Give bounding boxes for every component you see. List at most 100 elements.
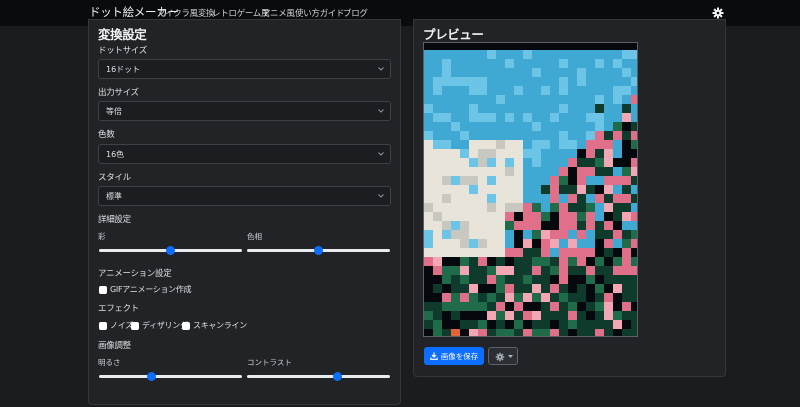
- nav-link-anime[interactable]: アニメ風: [262, 7, 295, 19]
- hue-slider[interactable]: [247, 244, 390, 256]
- save-image-button[interactable]: 画像を保存: [424, 347, 484, 365]
- pixel-cell: [514, 248, 523, 257]
- pixel-cell: [460, 131, 469, 140]
- pixel-cell: [460, 293, 469, 302]
- pixel-cell: [532, 320, 541, 329]
- pixel-cell: [577, 311, 586, 320]
- pixel-cell: [496, 185, 505, 194]
- pixel-cell: [595, 212, 604, 221]
- pixel-cell: [523, 239, 532, 248]
- options-dropdown-button[interactable]: [488, 347, 518, 365]
- pixel-cell: [442, 77, 451, 86]
- pixel-cell: [442, 284, 451, 293]
- saturation-slider[interactable]: [99, 244, 242, 256]
- pixel-cell: [433, 194, 442, 203]
- dot-size-label: ドットサイズ: [98, 46, 147, 56]
- style-select[interactable]: 標準: [98, 186, 391, 206]
- pixel-cell: [469, 50, 478, 59]
- pixel-cell: [424, 68, 433, 77]
- pixel-cell: [460, 59, 469, 68]
- dithering-checkbox[interactable]: ディザリング: [131, 320, 188, 331]
- pixel-cell: [523, 86, 532, 95]
- pixel-cell: [631, 275, 637, 284]
- dot-size-select[interactable]: 16ドット: [98, 59, 391, 79]
- nav-link-blog[interactable]: ブログ: [343, 7, 368, 19]
- pixel-cell: [469, 176, 478, 185]
- pixel-cell: [595, 59, 604, 68]
- nav-link-minecraft[interactable]: マイクラ風変換: [157, 7, 215, 19]
- pixel-cell: [496, 95, 505, 104]
- pixel-cell: [424, 248, 433, 257]
- pixel-cell: [433, 122, 442, 131]
- slider-thumb[interactable]: [166, 246, 175, 255]
- pixel-cell: [496, 248, 505, 257]
- contrast-slider[interactable]: [247, 370, 390, 382]
- colors-select[interactable]: 16色: [98, 144, 391, 164]
- pixel-cell: [523, 266, 532, 275]
- gear-icon[interactable]: [711, 6, 725, 20]
- pixel-cell: [424, 113, 433, 122]
- pixel-cell: [622, 230, 631, 239]
- pixel-cell: [550, 77, 559, 86]
- pixel-cell: [505, 68, 514, 77]
- gif-animation-checkbox[interactable]: GIFアニメーション作成: [99, 284, 192, 295]
- nav-link-retro[interactable]: レトロゲーム風: [212, 7, 269, 19]
- pixel-cell: [541, 68, 550, 77]
- pixel-cell: [559, 311, 568, 320]
- checkbox-box[interactable]: [182, 321, 190, 330]
- pixel-cell: [613, 77, 622, 86]
- colors-value: 16色: [106, 150, 125, 159]
- pixel-cell: [622, 158, 631, 167]
- pixel-cell: [577, 122, 586, 131]
- pixel-cell: [595, 284, 604, 293]
- pixel-cell: [604, 68, 613, 77]
- pixel-cell: [568, 266, 577, 275]
- pixel-cell: [514, 185, 523, 194]
- pixel-cell: [460, 230, 469, 239]
- pixel-cell: [568, 248, 577, 257]
- pixel-cell: [568, 311, 577, 320]
- brightness-slider[interactable]: [99, 370, 242, 382]
- pixel-cell: [496, 104, 505, 113]
- pixel-cell: [622, 275, 631, 284]
- pixel-cell: [604, 149, 613, 158]
- pixel-cell: [460, 122, 469, 131]
- checkbox-box[interactable]: [99, 285, 107, 294]
- pixel-cell: [442, 230, 451, 239]
- pixel-cell: [622, 221, 631, 230]
- pixel-cell: [595, 158, 604, 167]
- slider-thumb[interactable]: [332, 372, 342, 381]
- pixel-cell: [541, 59, 550, 68]
- output-size-select[interactable]: 等倍: [98, 101, 391, 121]
- pixel-cell: [496, 176, 505, 185]
- pixel-cell: [622, 68, 631, 77]
- pixel-cell: [532, 311, 541, 320]
- pixel-cell: [451, 203, 460, 212]
- pixel-cell: [604, 185, 613, 194]
- checkbox-box[interactable]: [131, 321, 139, 330]
- checkbox-box[interactable]: [99, 321, 107, 330]
- pixel-cell: [496, 230, 505, 239]
- noise-checkbox[interactable]: ノイズ: [99, 320, 133, 331]
- pixel-cell: [622, 212, 631, 221]
- pixel-cell: [442, 149, 451, 158]
- pixel-cell: [532, 230, 541, 239]
- pixel-cell: [595, 167, 604, 176]
- pixel-cell: [631, 230, 637, 239]
- pixel-cell: [568, 284, 577, 293]
- pixel-cell: [577, 185, 586, 194]
- pixel-cell: [505, 257, 514, 266]
- pixel-cell: [451, 77, 460, 86]
- slider-thumb[interactable]: [314, 246, 323, 255]
- pixel-cell: [514, 194, 523, 203]
- pixel-cell: [505, 203, 514, 212]
- pixel-cell: [577, 266, 586, 275]
- pixel-cell: [451, 293, 460, 302]
- scanline-checkbox[interactable]: スキャンライン: [182, 320, 247, 331]
- pixel-cell: [478, 248, 487, 257]
- pixel-cell: [622, 176, 631, 185]
- caret-down-icon: [508, 355, 513, 358]
- slider-thumb[interactable]: [147, 372, 157, 381]
- nav-link-guide[interactable]: 使い方ガイド: [295, 7, 345, 19]
- pixel-cell: [532, 203, 541, 212]
